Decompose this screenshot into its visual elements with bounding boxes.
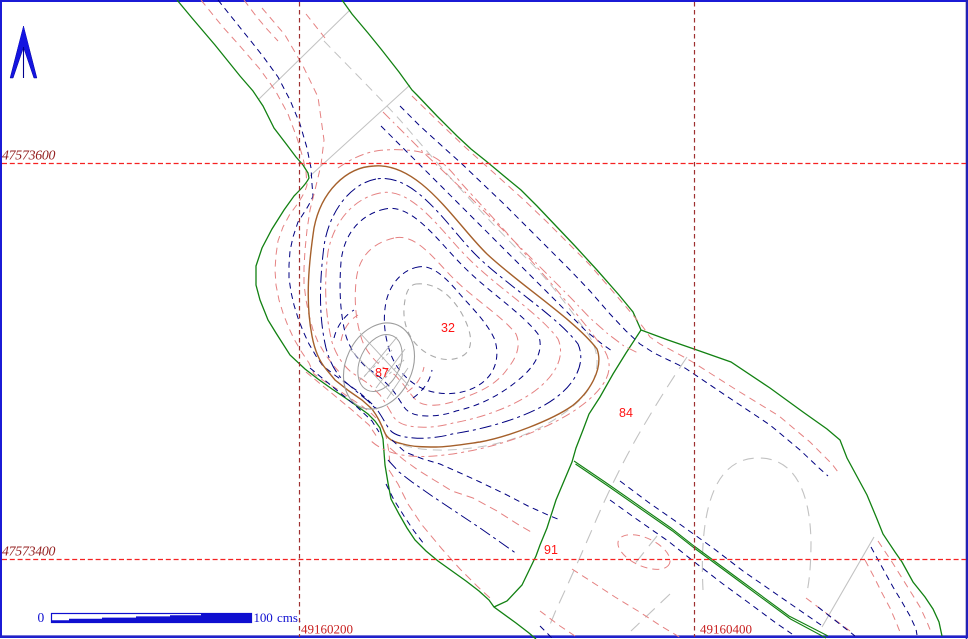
svg-text:91: 91	[544, 543, 558, 557]
svg-text:100: 100	[254, 610, 273, 625]
svg-text:47573400: 47573400	[2, 544, 56, 559]
svg-text:cms.: cms.	[277, 610, 301, 625]
svg-text:84: 84	[619, 406, 633, 420]
svg-text:47573600: 47573600	[2, 148, 56, 163]
svg-text:49160200: 49160200	[301, 622, 353, 637]
svg-text:87: 87	[375, 366, 389, 380]
svg-text:0: 0	[38, 610, 45, 625]
svg-text:49160400: 49160400	[700, 622, 752, 637]
svg-text:32: 32	[441, 321, 455, 335]
